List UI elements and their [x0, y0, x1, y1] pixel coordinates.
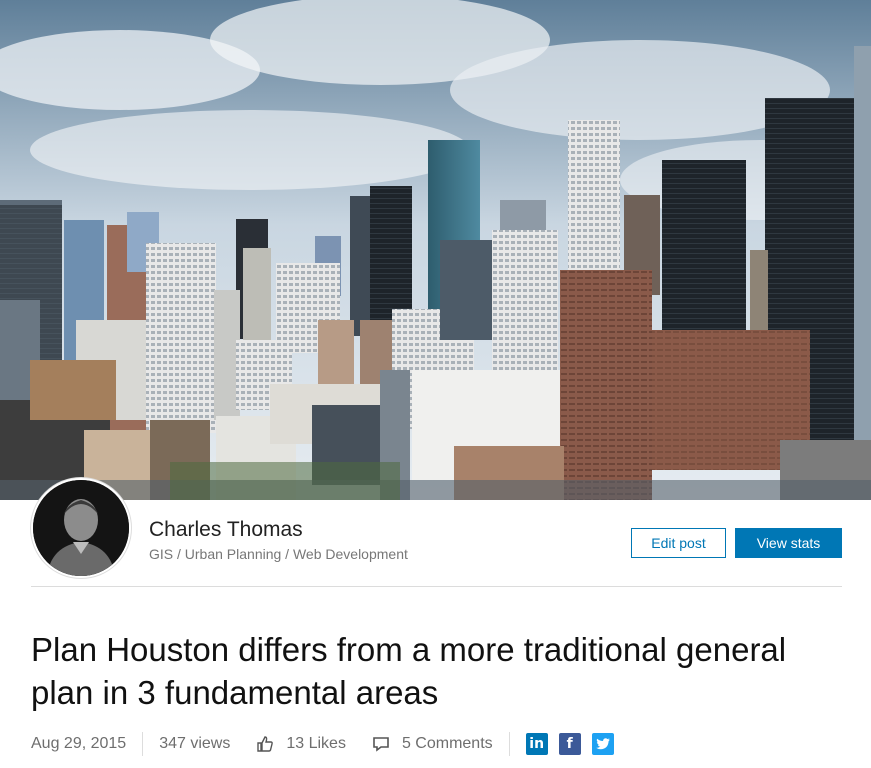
meta-separator [508, 732, 510, 756]
twitter-icon[interactable] [591, 733, 614, 755]
avatar[interactable] [31, 478, 131, 578]
share-links: in f [525, 733, 614, 755]
post-date: Aug 29, 2015 [31, 735, 127, 752]
author-name[interactable]: Charles Thomas [149, 518, 303, 542]
comments-count: 5 Comments [401, 735, 493, 752]
skyline-illustration [0, 0, 871, 500]
likes-link[interactable]: 13 Likes [256, 735, 346, 753]
author-bar: Charles Thomas GIS / Urban Planning / We… [0, 478, 871, 588]
cover-image [0, 0, 871, 500]
author-headline: GIS / Urban Planning / Web Development [149, 546, 408, 562]
likes-count: 13 Likes [286, 735, 346, 752]
linkedin-icon[interactable]: in [525, 733, 548, 755]
meta-separator [142, 732, 144, 756]
post-meta: Aug 29, 2015 347 views 13 Likes 5 Commen… [31, 732, 614, 756]
view-stats-button[interactable]: View stats [735, 528, 842, 558]
comments-link[interactable]: 5 Comments [372, 735, 493, 753]
facebook-icon[interactable]: f [558, 733, 581, 755]
post-title: Plan Houston differs from a more traditi… [31, 631, 787, 711]
thumbs-up-icon [256, 735, 274, 753]
views-count: 347 views [159, 735, 231, 752]
divider [31, 586, 842, 587]
edit-post-button[interactable]: Edit post [631, 528, 726, 558]
author-portrait [33, 480, 129, 576]
comment-icon [372, 735, 390, 753]
